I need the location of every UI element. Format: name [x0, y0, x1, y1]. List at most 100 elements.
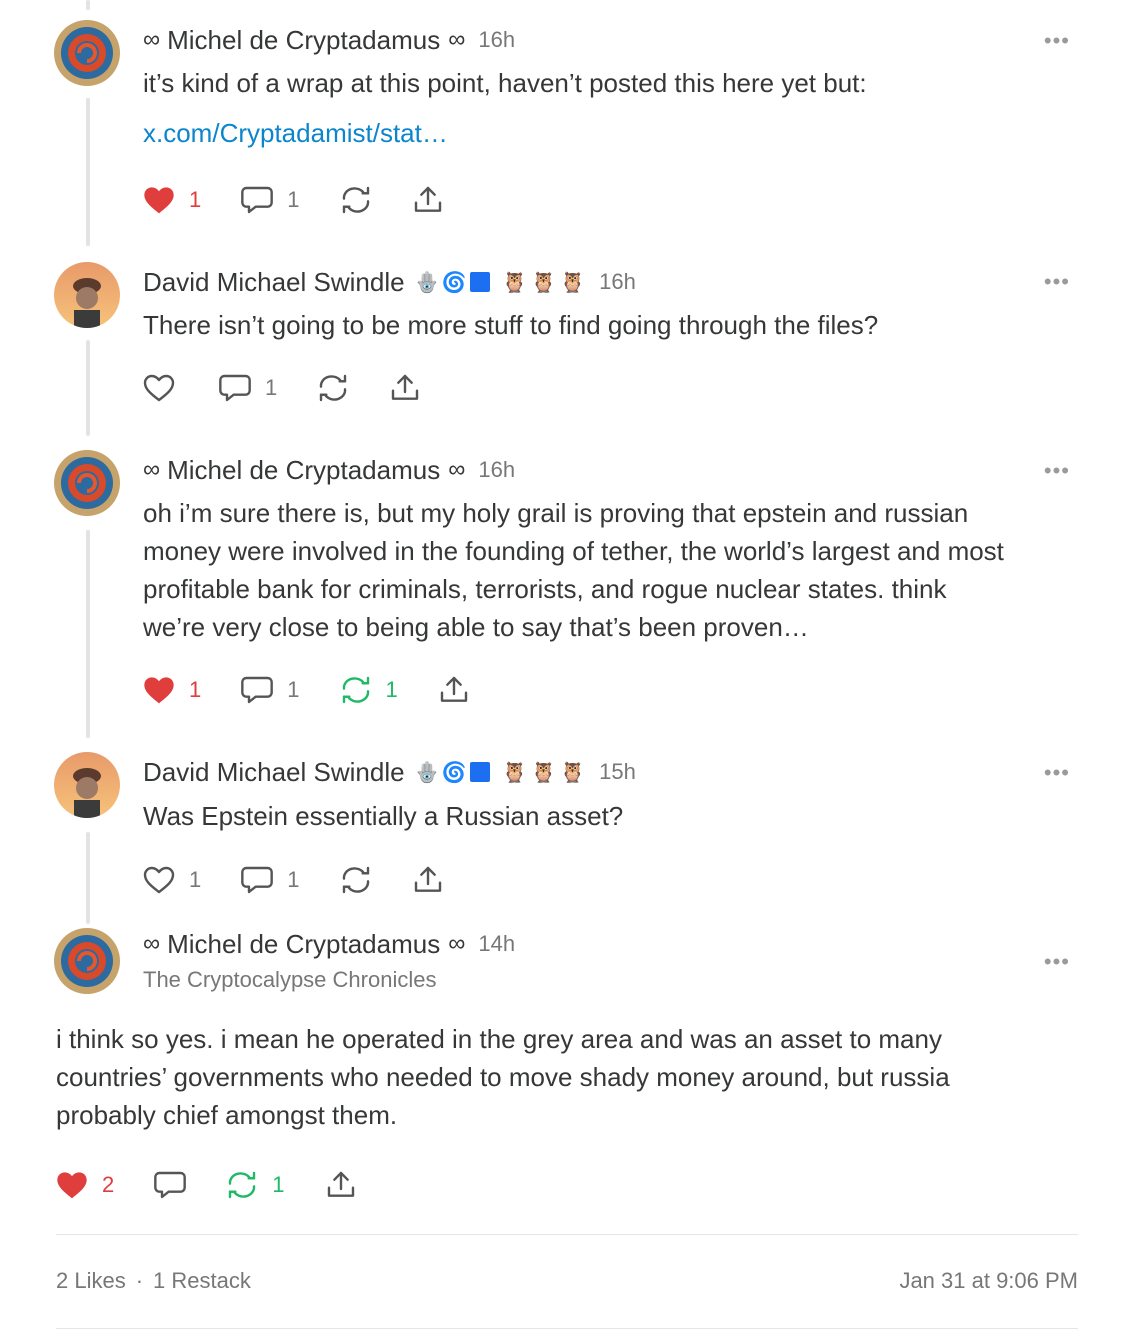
more-options-icon[interactable]: ••• — [1044, 460, 1070, 482]
infinity-icon: ∞ — [448, 930, 465, 957]
restack-icon — [342, 676, 369, 704]
comment-button[interactable]: 1 — [241, 865, 300, 895]
heart-filled-icon — [57, 1172, 87, 1199]
heart-outline-icon — [143, 374, 175, 402]
comment-button[interactable]: 1 — [241, 185, 300, 215]
share-button[interactable] — [412, 864, 444, 896]
blue-square-icon — [470, 272, 491, 292]
blue-square-icon — [470, 762, 491, 782]
restack-button[interactable]: 1 — [340, 675, 398, 705]
restack-icon — [320, 374, 347, 402]
comment-button[interactable]: 1 — [241, 675, 300, 705]
share-button[interactable] — [412, 184, 444, 216]
post-text: There isn’t going to be more stuff to fi… — [143, 310, 879, 340]
avatar[interactable] — [54, 928, 120, 994]
author-name[interactable]: David Michael Swindle — [143, 757, 405, 788]
more-options-icon[interactable]: ••• — [1044, 951, 1070, 973]
separator: · — [135, 1268, 144, 1293]
spiral-icon: 🌀 — [441, 761, 467, 784]
author-name[interactable]: Michel de Cryptadamus — [167, 929, 440, 960]
comment-icon — [241, 866, 274, 894]
restack-button[interactable] — [340, 185, 372, 215]
more-options-icon[interactable]: ••• — [1044, 30, 1070, 52]
post-actions: 1 1 — [143, 860, 484, 900]
post-header: ∞ Michel de Cryptadamus ∞ 16h — [143, 450, 515, 490]
owl-icon: 🦉 — [560, 761, 586, 784]
infinity-icon: ∞ — [448, 26, 465, 53]
infinity-icon: ∞ — [143, 930, 160, 957]
post-text-line: oh i’m sure there is, but my holy grail … — [143, 498, 969, 528]
restack-count: 1 — [272, 1172, 285, 1197]
share-icon — [392, 374, 419, 400]
owl-icon: 🦉 — [502, 761, 528, 784]
like-count: 1 — [189, 867, 202, 892]
comment-icon — [219, 374, 251, 402]
infinity-icon: ∞ — [143, 456, 160, 483]
restack-button[interactable]: 1 — [226, 1170, 285, 1200]
restack-icon — [229, 1171, 256, 1199]
owl-icon: 🦉 — [531, 761, 557, 784]
post-header: ∞ Michel de Cryptadamus ∞ 16h — [143, 20, 515, 60]
post-footer: 2 Likes · 1 Restack Jan 31 at 9:06 PM — [56, 1268, 1078, 1294]
like-count: 2 — [102, 1172, 115, 1197]
likes-total[interactable]: 2 Likes — [56, 1268, 126, 1293]
avatar-spiral-image — [54, 450, 120, 516]
share-icon — [414, 866, 441, 892]
share-icon — [327, 1171, 354, 1197]
post-time[interactable]: 16h — [478, 27, 515, 53]
thread-line — [86, 530, 90, 738]
post-text-line: profitable bank for criminals, terrorist… — [143, 574, 947, 604]
like-button[interactable]: 1 — [143, 865, 201, 895]
comment-button[interactable] — [154, 1170, 187, 1200]
like-button[interactable] — [143, 373, 175, 403]
restack-button[interactable] — [340, 865, 372, 895]
author-name[interactable]: David Michael Swindle — [143, 267, 405, 298]
infinity-icon: ∞ — [143, 26, 160, 53]
post-time[interactable]: 16h — [478, 457, 515, 483]
post-time[interactable]: 15h — [599, 759, 636, 785]
author-name[interactable]: Michel de Cryptadamus — [167, 25, 440, 56]
infinity-icon: ∞ — [448, 456, 465, 483]
restacks-total[interactable]: 1 Restack — [153, 1268, 251, 1293]
publication-name[interactable]: The Cryptocalypse Chronicles — [143, 967, 436, 993]
divider — [56, 1328, 1078, 1329]
share-button[interactable] — [438, 674, 470, 706]
post-time[interactable]: 14h — [478, 931, 515, 957]
post-text: it’s kind of a wrap at this point, haven… — [143, 68, 867, 98]
post-text-line: money were involved in the founding of t… — [143, 536, 1004, 566]
hamsa-icon: 🪬 — [414, 761, 440, 784]
post-time[interactable]: 16h — [599, 269, 636, 295]
divider — [56, 1234, 1078, 1235]
avatar[interactable] — [54, 752, 120, 818]
avatar[interactable] — [54, 450, 120, 516]
like-button[interactable]: 1 — [143, 185, 201, 215]
thread-line — [86, 340, 90, 436]
post-text-line: countries’ governments who needed to mov… — [56, 1062, 950, 1092]
comment-count: 1 — [287, 187, 300, 212]
heart-filled-icon — [144, 187, 174, 214]
avatar[interactable] — [54, 262, 120, 328]
post-link[interactable]: x.com/Cryptadamist/stat… — [143, 118, 448, 149]
restack-button[interactable] — [317, 373, 349, 403]
more-options-icon[interactable]: ••• — [1044, 271, 1070, 293]
more-options-icon[interactable]: ••• — [1044, 762, 1070, 784]
share-icon — [414, 186, 441, 212]
comment-icon — [154, 1171, 187, 1199]
post-text-line: probably chief amongst them. — [56, 1100, 398, 1130]
post-header: ∞ Michel de Cryptadamus ∞ 14h — [143, 924, 515, 964]
like-count: 1 — [189, 187, 202, 212]
post-actions: 2 1 — [56, 1165, 397, 1205]
author-name[interactable]: Michel de Cryptadamus — [167, 455, 440, 486]
spiral-icon: 🌀 — [441, 271, 467, 294]
thread-line — [86, 0, 90, 10]
post-text-line: i think so yes. i mean he operated in th… — [56, 1024, 942, 1054]
like-button[interactable]: 1 — [143, 675, 201, 705]
comment-button[interactable]: 1 — [219, 373, 277, 403]
like-count: 1 — [189, 677, 202, 702]
share-button[interactable] — [325, 1169, 357, 1201]
avatar[interactable] — [54, 20, 120, 86]
post-text: oh i’m sure there is, but my holy grail … — [143, 494, 1004, 646]
share-button[interactable] — [389, 372, 421, 404]
like-button[interactable]: 2 — [56, 1170, 114, 1200]
post-text-line: we’re very close to being able to say th… — [143, 612, 809, 642]
